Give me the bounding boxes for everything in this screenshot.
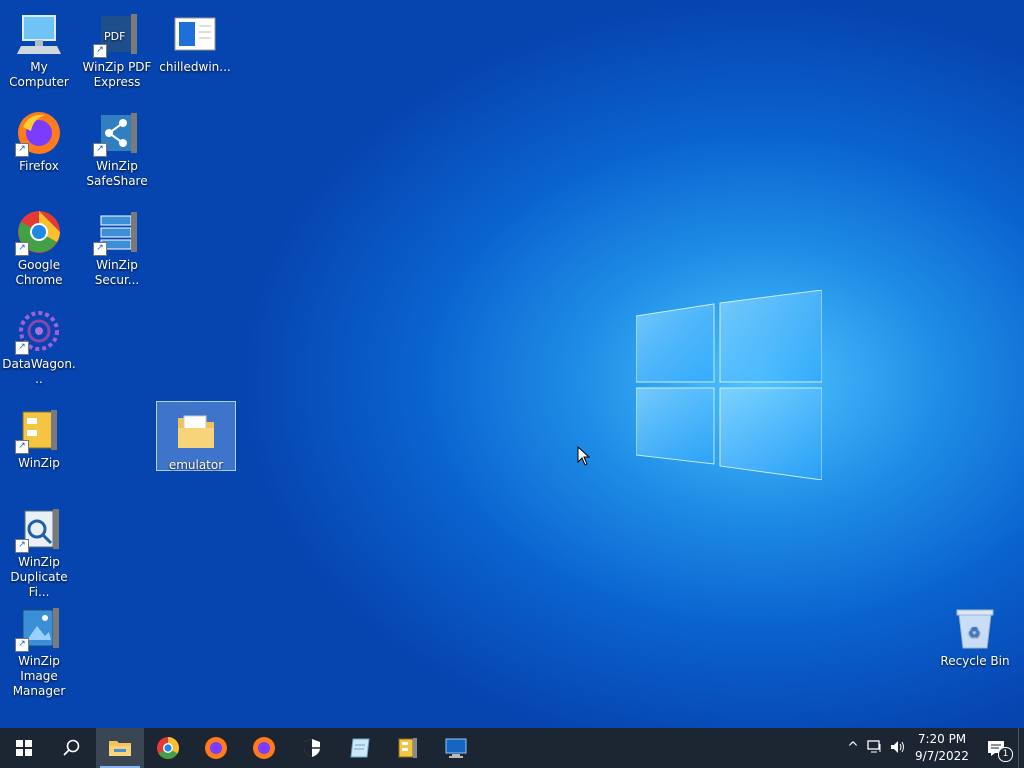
network-icon[interactable] bbox=[864, 739, 886, 758]
winzip-duplicate-finder-icon: ↗ bbox=[15, 505, 63, 553]
taskbar-windows-security[interactable] bbox=[288, 728, 336, 768]
desktop-icon-winzip[interactable]: ↗ WinZip bbox=[0, 400, 78, 471]
icon-label: Firefox bbox=[19, 159, 59, 173]
taskbar-chrome[interactable] bbox=[144, 728, 192, 768]
desktop-icon-google-chrome[interactable]: ↗ Google Chrome bbox=[0, 202, 78, 288]
windows-logo bbox=[636, 290, 822, 480]
desktop-icon-my-computer[interactable]: My Computer bbox=[0, 4, 78, 90]
search-button[interactable] bbox=[48, 728, 96, 768]
icon-label: Recycle Bin bbox=[940, 654, 1010, 668]
start-button[interactable] bbox=[0, 728, 48, 768]
datawagon-icon: ↗ bbox=[15, 307, 63, 355]
icon-label: Google Chrome bbox=[15, 258, 63, 287]
taskbar-firefox-2[interactable] bbox=[240, 728, 288, 768]
firefox-icon bbox=[205, 737, 227, 759]
winzip-image-manager-icon: ↗ bbox=[15, 604, 63, 652]
recycle-bin-icon: ♻ bbox=[951, 604, 999, 652]
icon-label: emulator bbox=[168, 458, 224, 472]
shortcut-arrow-icon: ↗ bbox=[15, 539, 29, 553]
shortcut-arrow-icon: ↗ bbox=[93, 44, 107, 58]
chrome-icon bbox=[157, 737, 179, 759]
chilledwin-file-icon bbox=[171, 10, 219, 58]
mouse-cursor-icon bbox=[577, 446, 591, 466]
svg-text:♻: ♻ bbox=[968, 625, 981, 641]
winzip-icon: ↗ bbox=[15, 406, 63, 454]
shortcut-arrow-icon: ↗ bbox=[15, 440, 29, 454]
winzip-icon bbox=[398, 738, 417, 758]
firefox-icon bbox=[253, 737, 275, 759]
taskbar-notepad[interactable] bbox=[336, 728, 384, 768]
desktop-icon-winzip-safeshare[interactable]: ↗ WinZip SafeShare bbox=[78, 103, 156, 189]
desktop-icon-chilledwin[interactable]: chilledwin... bbox=[156, 4, 234, 75]
folder-icon bbox=[172, 408, 220, 456]
security-shield-icon bbox=[304, 739, 320, 757]
shortcut-arrow-icon: ↗ bbox=[15, 242, 29, 256]
desktop-icon-emulator-folder[interactable]: emulator bbox=[156, 401, 236, 472]
windows-start-icon bbox=[16, 740, 32, 756]
search-icon bbox=[63, 739, 80, 756]
volume-icon[interactable] bbox=[886, 739, 910, 758]
taskbar-file-explorer[interactable] bbox=[96, 728, 144, 768]
notepad-icon bbox=[350, 738, 370, 758]
desktop-icon-winzip-image-manager[interactable]: ↗ WinZip Image Manager bbox=[0, 598, 78, 699]
clock-time: 7:20 PM bbox=[917, 732, 967, 746]
chrome-icon: ↗ bbox=[15, 208, 63, 256]
shortcut-arrow-icon: ↗ bbox=[15, 638, 29, 652]
shortcut-arrow-icon: ↗ bbox=[15, 143, 29, 157]
desktop-icon-winzip-pdf-express[interactable]: PDF ↗ WinZip PDF Express bbox=[78, 4, 156, 90]
taskbar-clock[interactable]: 7:20 PM 9/7/2022 bbox=[910, 731, 974, 765]
winzip-pdf-express-icon: PDF ↗ bbox=[93, 10, 141, 58]
icon-label: WinZip PDF Express bbox=[82, 60, 152, 89]
action-center-button[interactable]: 1 bbox=[974, 740, 1018, 762]
icon-label: DataWagon... bbox=[2, 357, 76, 386]
taskbar-remote-desktop[interactable] bbox=[432, 728, 480, 768]
icon-label: WinZip Duplicate Fi... bbox=[10, 555, 68, 599]
icon-label: WinZip Secur... bbox=[94, 258, 140, 287]
desktop-icon-recycle-bin[interactable]: ♻ Recycle Bin bbox=[936, 598, 1014, 669]
network-monitor-icon bbox=[867, 739, 881, 752]
desktop: My Computer ↗ Firefox ↗ Google Chrome ↗ … bbox=[0, 0, 1024, 728]
firefox-icon: ↗ bbox=[15, 109, 63, 157]
icon-label: chilledwin... bbox=[159, 60, 231, 74]
taskbar-winzip[interactable] bbox=[384, 728, 432, 768]
notification-count-badge: 1 bbox=[998, 747, 1013, 762]
svg-text:PDF: PDF bbox=[104, 30, 125, 43]
system-tray: ^ 7:20 PM 9/7/2022 1 bbox=[842, 728, 1024, 768]
icon-label: WinZip bbox=[18, 456, 60, 470]
taskbar-firefox[interactable] bbox=[192, 728, 240, 768]
shortcut-arrow-icon: ↗ bbox=[93, 242, 107, 256]
desktop-icon-datawagon[interactable]: ↗ DataWagon... bbox=[0, 301, 78, 387]
desktop-icon-firefox[interactable]: ↗ Firefox bbox=[0, 103, 78, 174]
show-hidden-icons-chevron-icon[interactable]: ^ bbox=[842, 740, 864, 756]
winzip-safeshare-icon: ↗ bbox=[93, 109, 141, 157]
remote-desktop-icon bbox=[445, 738, 467, 758]
winzip-secure-backup-icon: ↗ bbox=[93, 208, 141, 256]
file-explorer-icon bbox=[109, 741, 131, 756]
desktop-icon-winzip-secure[interactable]: ↗ WinZip Secur... bbox=[78, 202, 156, 288]
clock-date: 9/7/2022 bbox=[915, 749, 969, 763]
icon-label: WinZip SafeShare bbox=[86, 159, 148, 188]
desktop-icon-winzip-duplicate-finder[interactable]: ↗ WinZip Duplicate Fi... bbox=[0, 499, 78, 600]
icon-label: My Computer bbox=[9, 60, 69, 89]
shortcut-arrow-icon: ↗ bbox=[15, 341, 29, 355]
taskbar: ^ 7:20 PM 9/7/2022 1 bbox=[0, 728, 1024, 768]
computer-icon bbox=[15, 10, 63, 58]
speaker-icon bbox=[891, 740, 904, 753]
shortcut-arrow-icon: ↗ bbox=[93, 143, 107, 157]
show-desktop-button[interactable] bbox=[1018, 728, 1024, 768]
icon-label: WinZip Image Manager bbox=[12, 654, 66, 698]
